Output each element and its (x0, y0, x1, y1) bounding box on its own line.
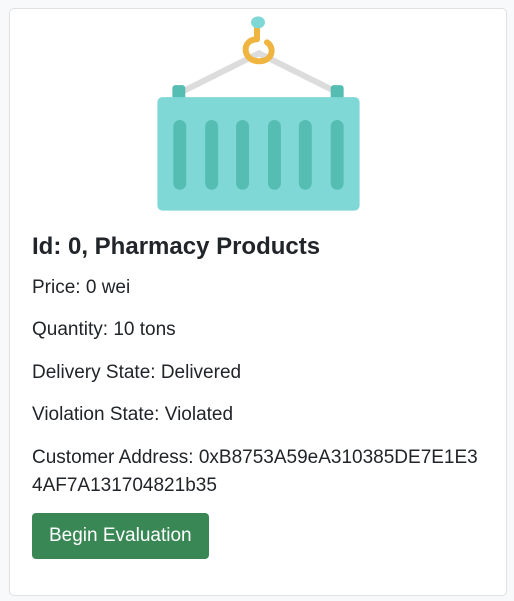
begin-evaluation-button[interactable]: Begin Evaluation (32, 512, 209, 560)
container-rib (236, 119, 250, 190)
customer-address-text: Customer Address: 0xB8753A59eA310385DE7E… (32, 446, 478, 497)
price-text: Price: 0 wei (32, 276, 131, 298)
container-body (157, 97, 360, 211)
shipping-container-icon (157, 16, 360, 211)
container-rib (205, 119, 219, 190)
container-rib (267, 119, 281, 190)
container-rib (173, 119, 187, 190)
product-title: Id: 0, Pharmacy Products (32, 233, 321, 260)
card-body: Id: 0, Pharmacy Products Price: 0 wei Qu… (32, 233, 488, 560)
hook-ring (251, 16, 265, 29)
delivery-state-text: Delivery State: Delivered (32, 361, 242, 383)
quantity-text: Quantity: 10 tons (32, 319, 176, 341)
product-card: Id: 0, Pharmacy Products Price: 0 wei Qu… (9, 8, 507, 596)
container-rib (298, 119, 312, 190)
violation-state-text: Violation State: Violated (32, 404, 234, 426)
container-rib (330, 119, 344, 190)
